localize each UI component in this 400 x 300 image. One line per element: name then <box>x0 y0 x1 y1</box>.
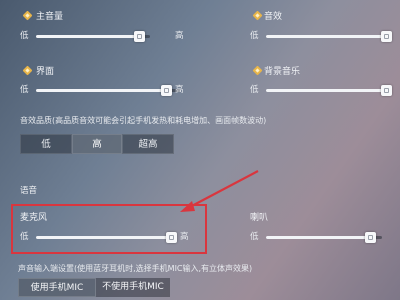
master-volume-high: 高 <box>175 31 184 41</box>
bgm-volume-low: 低 <box>250 85 259 95</box>
quality-note: 音效品质(高品质音效可能会引起手机发热和耗电增加、画面帧数波动) <box>20 116 267 125</box>
ui-volume-low: 低 <box>20 85 29 95</box>
sfx-volume-label: 音效 <box>264 12 283 22</box>
ui-volume-label: 界面 <box>36 67 55 77</box>
master-volume-knob[interactable] <box>133 31 145 42</box>
no-phone-mic-button[interactable]: 不使用手机MIC <box>96 278 170 297</box>
voice-section-title: 语音 <box>20 186 38 196</box>
mic-volume-knob[interactable] <box>166 232 178 243</box>
quality-option-high[interactable]: 高 <box>72 134 122 154</box>
master-volume-low: 低 <box>20 31 29 41</box>
quality-option-ultra[interactable]: 超高 <box>122 134 174 154</box>
sfx-volume-fill <box>266 35 386 38</box>
sfx-volume-knob[interactable] <box>380 31 392 42</box>
speaker-volume-fill <box>266 236 371 239</box>
ui-volume-high: 高 <box>175 85 184 95</box>
master-volume-label: 主音量 <box>36 12 64 22</box>
use-phone-mic-button[interactable]: 使用手机MIC <box>18 278 96 297</box>
mic-low: 低 <box>20 232 29 242</box>
sfx-volume-slider[interactable] <box>266 31 392 42</box>
bgm-volume-label: 背景音乐 <box>264 67 301 77</box>
speaker-volume-slider[interactable] <box>266 232 382 243</box>
bgm-volume-fill <box>266 89 386 92</box>
ui-volume-fill <box>36 89 166 92</box>
mic-label: 麦克风 <box>20 213 48 223</box>
master-volume-slider[interactable] <box>36 31 150 42</box>
master-volume-icon <box>22 10 33 21</box>
mic-volume-fill <box>36 236 172 239</box>
mic-high: 高 <box>180 232 189 242</box>
bgm-volume-knob[interactable] <box>380 85 392 96</box>
annotation-arrow-head <box>180 201 195 212</box>
bgm-volume-slider[interactable] <box>266 85 392 96</box>
ui-volume-knob[interactable] <box>160 85 172 96</box>
bgm-volume-icon <box>252 65 263 76</box>
master-volume-fill <box>36 35 139 38</box>
quality-option-low[interactable]: 低 <box>20 134 72 154</box>
ui-volume-icon <box>22 65 33 76</box>
mic-volume-slider[interactable] <box>36 232 178 243</box>
sfx-volume-icon <box>252 10 263 21</box>
speaker-low: 低 <box>250 232 259 242</box>
sfx-volume-low: 低 <box>250 31 259 41</box>
speaker-volume-knob[interactable] <box>365 232 377 243</box>
annotation-arrow-line <box>187 170 259 209</box>
speaker-label: 喇叭 <box>250 213 269 223</box>
ui-volume-slider[interactable] <box>36 85 180 96</box>
input-setting-note: 声音输入端设置(使用蓝牙耳机时,选择手机MIC输入,有立体声效果) <box>18 264 253 273</box>
